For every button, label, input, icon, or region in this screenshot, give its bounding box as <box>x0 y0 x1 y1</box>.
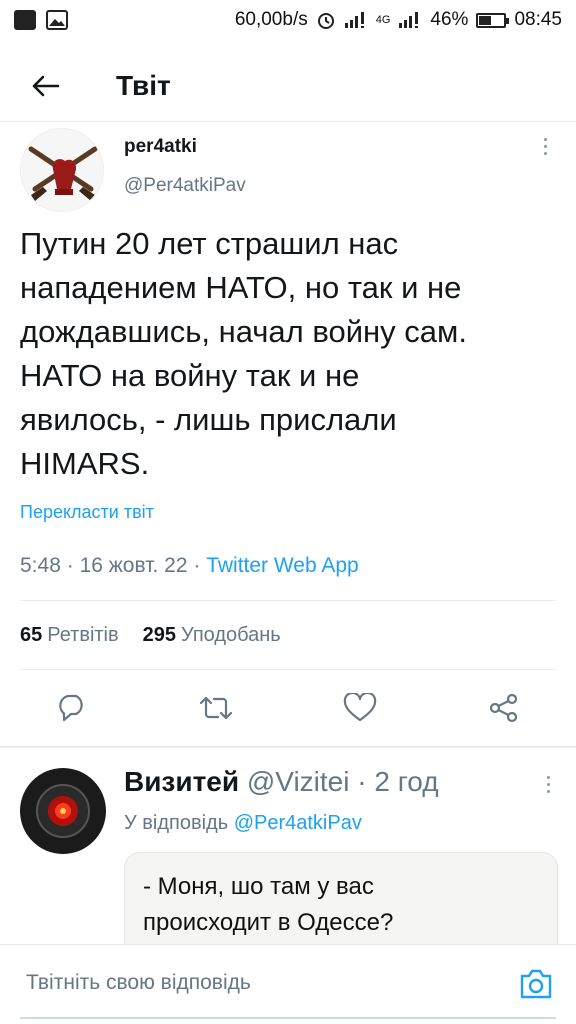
replying-to: У відповідь @Per4atkiPav <box>124 812 362 835</box>
camera-button[interactable] <box>518 967 554 1001</box>
signal-icon-2 <box>399 12 419 28</box>
hal-eye-icon <box>21 769 105 853</box>
tweet-text-line: нападением НАТО, но так и не <box>20 270 462 305</box>
source-app-link[interactable]: Twitter Web App <box>206 554 359 577</box>
reply-separator: · <box>357 766 367 797</box>
retweet-button[interactable] <box>194 686 238 730</box>
reply-tweet[interactable]: Визитей @Vizitei · 2 год У відповідь @Pe… <box>0 748 576 944</box>
tweet-text-line: НАТО на войну так и не <box>20 358 360 393</box>
app-bar: Твіт <box>0 50 576 122</box>
divider <box>20 600 556 601</box>
facebook-notification-icon <box>14 10 36 30</box>
page-title: Твіт <box>116 69 171 101</box>
reply-button[interactable] <box>50 686 94 730</box>
more-dot <box>547 790 550 793</box>
battery-icon <box>476 12 510 28</box>
reply-compose-bar: Твітніть свою відповідь <box>0 944 576 1024</box>
camera-icon <box>520 969 552 999</box>
reply-more-options-button[interactable] <box>547 776 550 793</box>
share-icon <box>489 693 518 723</box>
tweet-meta: 5:48 · 16 жовт. 22 · Twitter Web App <box>20 554 359 578</box>
reply-age: 2 год <box>374 766 439 797</box>
reply-input[interactable]: Твітніть свою відповідь <box>20 945 496 1021</box>
translate-tweet-link[interactable]: Перекласти твіт <box>20 502 154 523</box>
retweets-label: Ретвітів <box>47 624 119 646</box>
likes-label: Уподобань <box>181 624 281 646</box>
alarm-icon <box>317 13 334 29</box>
more-options-button[interactable] <box>540 138 550 155</box>
author-name[interactable]: per4atki <box>124 136 197 158</box>
retweets-stat[interactable]: 65 Ретвітів <box>20 624 119 647</box>
reply-author-name[interactable]: Визитей <box>124 766 239 797</box>
signal-icon <box>344 12 364 28</box>
more-dot <box>543 152 547 155</box>
media-text-line: происходит в Одессе? <box>143 909 394 936</box>
back-button[interactable] <box>0 50 90 122</box>
battery-percent: 46% <box>430 9 469 30</box>
replying-to-handle[interactable]: @Per4atkiPav <box>234 812 362 834</box>
tweet-text-line: Путин 20 лет страшил нас <box>20 226 399 261</box>
pistols-glove-icon <box>21 129 103 211</box>
status-bar-notifications <box>14 10 68 30</box>
reply-author-avatar[interactable] <box>20 768 106 854</box>
tweet-date: 16 жовт. 22 <box>79 554 188 577</box>
tweet-text: Путин 20 лет страшил нас нападением НАТО… <box>20 222 560 486</box>
network-type: 4G <box>375 14 391 26</box>
tweet-stats: 65 Ретвітів 295 Уподобань <box>20 624 281 647</box>
author-handle[interactable]: @Per4atkiPav <box>124 175 246 197</box>
more-dot <box>543 145 547 148</box>
retweet-icon <box>199 696 233 720</box>
meta-separator: · <box>66 554 74 577</box>
network-speed: 60,00b/s <box>234 9 308 30</box>
meta-separator: · <box>193 554 201 577</box>
divider <box>20 669 556 670</box>
tweet-text-line: явилось, - лишь прислали <box>20 402 397 437</box>
like-icon <box>343 693 377 722</box>
media-text-line: - Моня, шо там у вас <box>143 873 374 900</box>
clock: 08:45 <box>514 9 562 30</box>
input-underline <box>20 1017 556 1019</box>
tweet-text-line: HIMARS. <box>20 446 150 481</box>
reply-header: Визитей @Vizitei · 2 год <box>124 766 439 798</box>
more-dot <box>547 783 550 786</box>
tweet-text-line: дождавшись, начал войну сам. <box>20 314 467 349</box>
replying-to-label: У відповідь <box>124 812 229 834</box>
status-bar-indicators: 60,00b/s 4G 46% 08:45 <box>235 9 562 31</box>
likes-count: 295 <box>142 624 177 646</box>
tweet-time: 5:48 <box>20 554 61 577</box>
likes-stat[interactable]: 295 Уподобань <box>143 624 281 647</box>
like-button[interactable] <box>338 686 382 730</box>
gallery-notification-icon <box>46 10 68 30</box>
retweets-count: 65 <box>20 624 43 646</box>
author-avatar[interactable] <box>20 128 104 212</box>
reply-author-handle[interactable]: @Vizitei <box>247 766 350 797</box>
status-bar: 60,00b/s 4G 46% 08:45 <box>0 0 576 40</box>
more-dot <box>547 776 550 779</box>
tweet-actions <box>0 686 576 736</box>
arrow-left-icon <box>32 75 60 96</box>
more-dot <box>543 138 547 141</box>
share-button[interactable] <box>482 686 526 730</box>
reply-media-image[interactable]: - Моня, шо там у вас происходит в Одессе… <box>124 852 558 944</box>
reply-icon <box>59 694 83 722</box>
